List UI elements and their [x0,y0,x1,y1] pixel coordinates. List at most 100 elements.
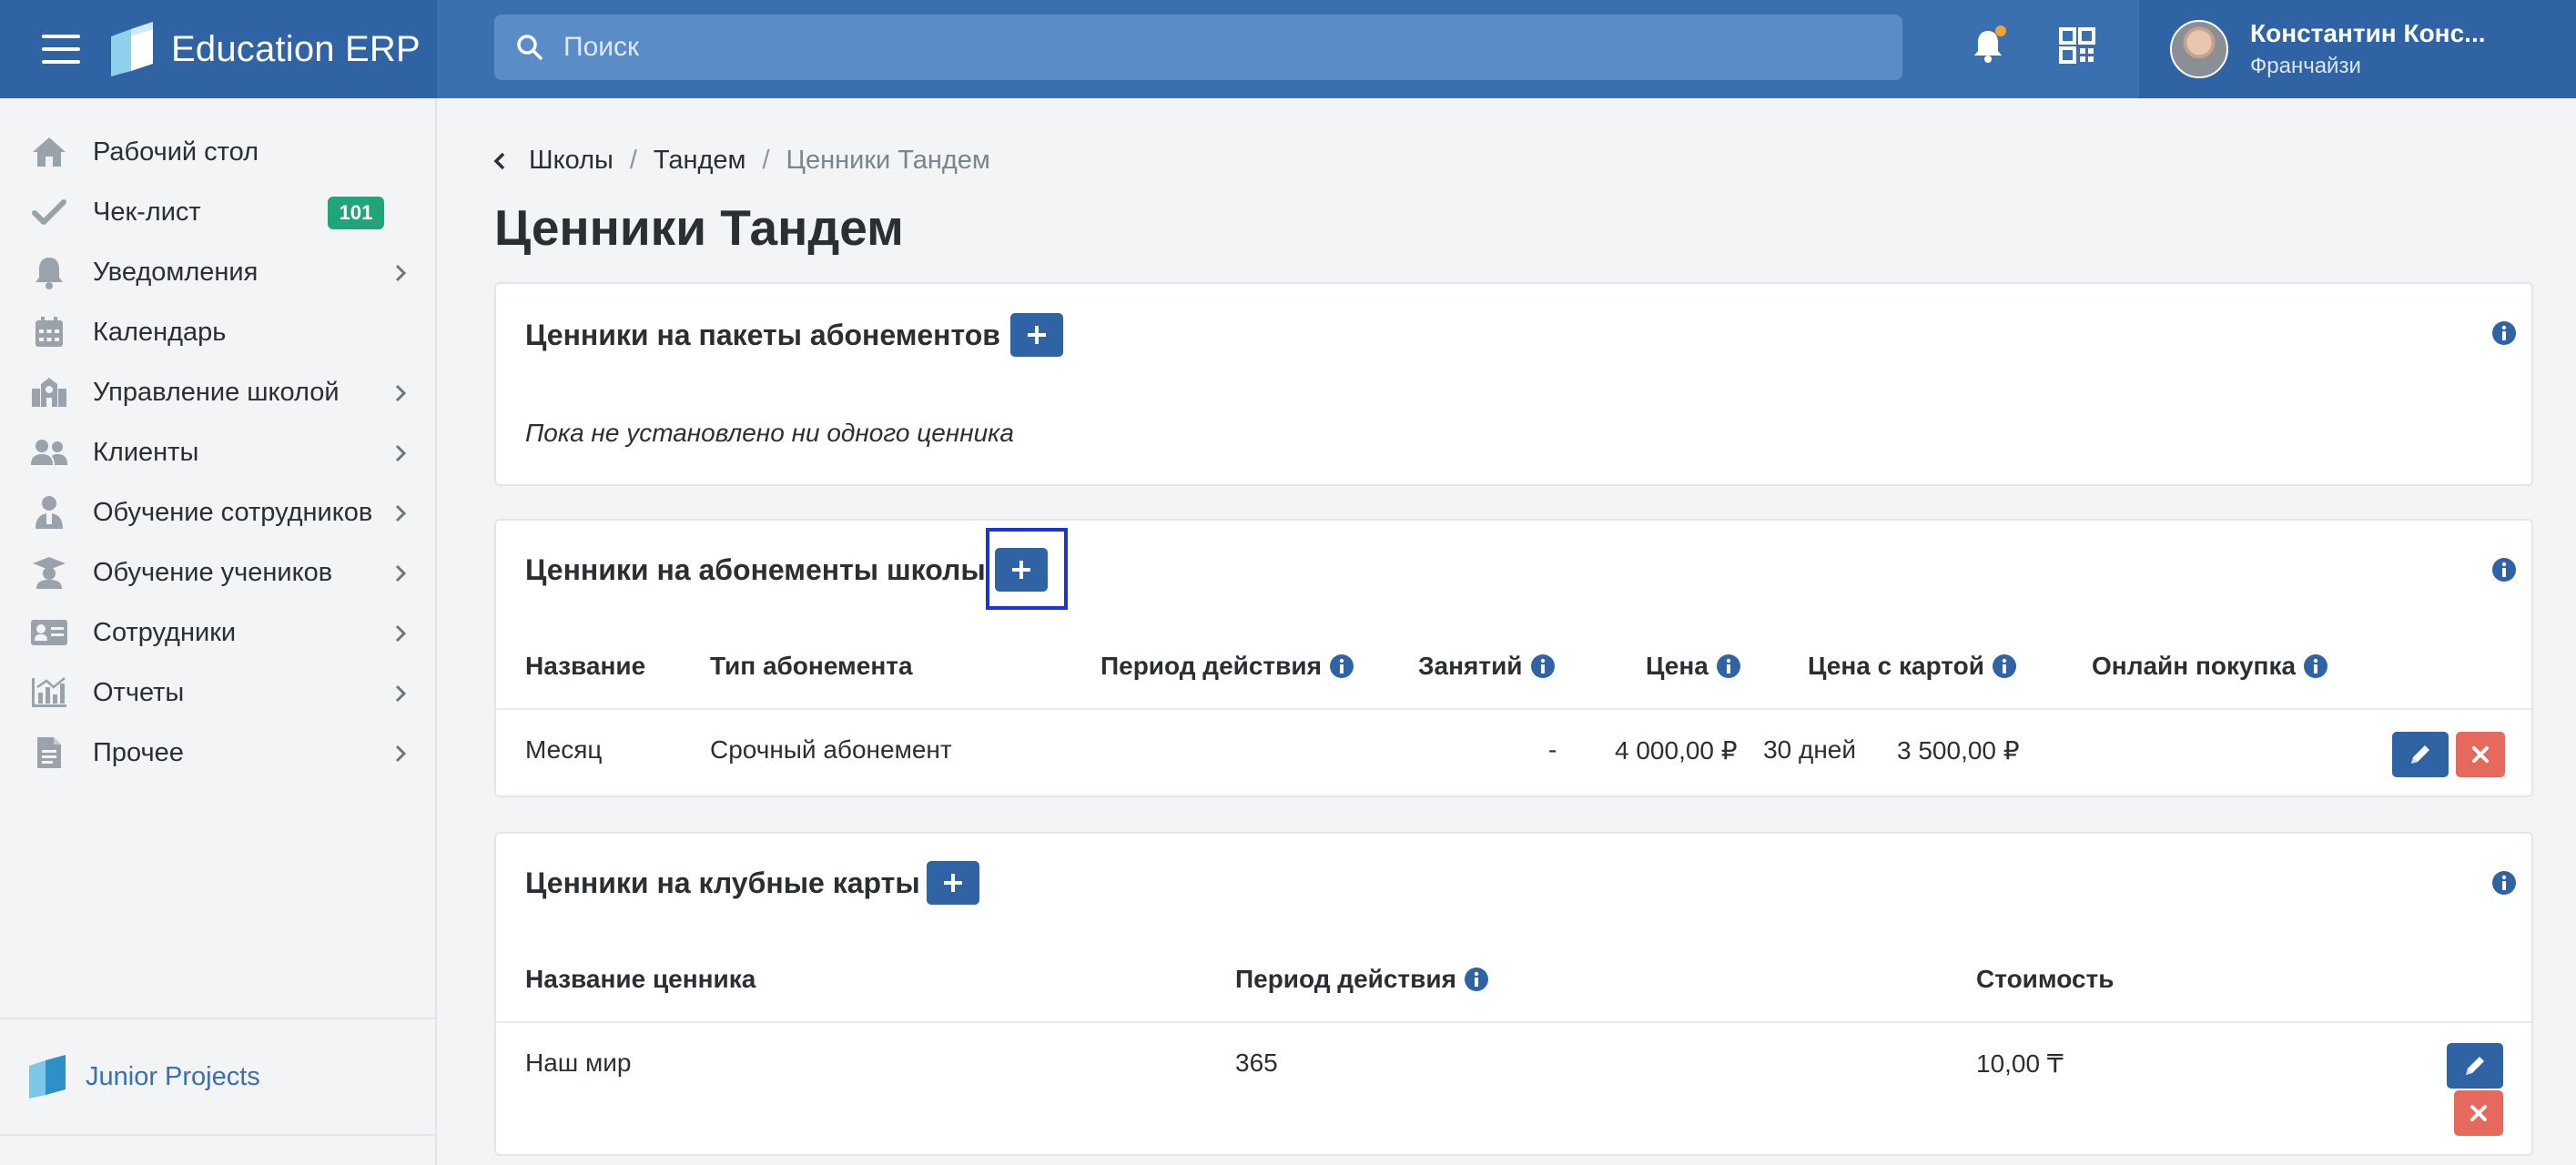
home-icon [29,134,69,170]
breadcrumb-current: Ценники Тандем [786,146,990,175]
notification-dot [1995,25,2006,36]
card-club-card-prices: Ценники на клубные карты Название ценник… [494,832,2533,1156]
breadcrumb: Школы / Тандем / Ценники Тандем [494,146,990,176]
empty-state-text: Пока не установлено ни одного ценника [525,419,1014,447]
column-header-name: Название [525,652,646,680]
user-role: Франчайзи [2250,54,2361,78]
sidebar-item-label: Уведомления [93,257,259,287]
junior-projects-logo-icon [29,1055,66,1099]
user-menu[interactable]: Константин Конс... Франчайзи [2139,0,2576,98]
add-club-card-price-button[interactable] [927,861,979,905]
info-icon[interactable] [2491,870,2517,896]
card-title: Ценники на пакеты абонементов [525,319,1000,351]
school-icon [29,374,69,410]
sidebar-item-label: Чек-лист [93,197,201,227]
id-card-icon [29,614,69,651]
column-header-period: Период действия [1100,652,1354,681]
column-header-period: Период действия [1235,965,1489,994]
chevron-right-icon [395,444,406,462]
column-header-online-purchase: Онлайн покупка [2092,652,2328,681]
cell-card-price: 3 500,00 ₽ [1897,736,2020,765]
check-icon [29,194,69,230]
sidebar-footer-link[interactable]: Junior Projects [0,1018,435,1136]
info-icon[interactable] [1530,653,1556,679]
sidebar-item-label: Управление школой [93,377,340,407]
chevron-right-icon [395,384,406,402]
logo-icon [111,22,153,76]
search-bar[interactable] [494,15,1902,80]
add-package-price-button[interactable] [1010,313,1063,357]
chevron-right-icon [395,624,406,643]
avatar [2170,20,2228,78]
sidebar-item-label: Обучение учеников [93,557,333,587]
cell-name: Месяц [525,735,603,764]
breadcrumb-separator: / [629,146,637,175]
sidebar-item-notifications[interactable]: Уведомления [0,242,435,302]
column-header-cost: Стоимость [1976,965,2115,993]
sidebar-item-label: Рабочий стол [93,137,259,167]
search-input[interactable] [563,32,1838,63]
close-icon [2472,746,2489,763]
sidebar-item-label: Календарь [93,317,227,347]
table-divider [496,708,2531,710]
user-name: Константин Конс... [2250,19,2486,47]
cell-price: 4 000,00 ₽ [1615,736,1738,765]
chevron-right-icon [395,564,406,582]
info-icon[interactable] [1716,653,1741,679]
info-icon[interactable] [2303,653,2328,679]
bell-icon [29,254,69,290]
close-icon [2470,1105,2487,1121]
cell-cost: 10,00 ₸ [1976,1049,2064,1078]
document-icon [29,734,69,771]
card-package-prices: Ценники на пакеты абонементов Пока не ус… [494,282,2533,486]
graduation-cap-icon [29,554,69,591]
chevron-right-icon [395,745,406,763]
notifications-bell-icon[interactable] [1972,25,2006,68]
info-icon[interactable] [2491,557,2517,582]
cell-period: 365 [1235,1048,1278,1077]
info-icon[interactable] [2491,320,2517,346]
plus-icon [1012,561,1030,579]
sidebar-item-checklist[interactable]: Чек-лист 101 [0,182,435,242]
breadcrumb-link-tandem[interactable]: Тандем [654,146,746,176]
delete-button[interactable] [2456,732,2505,777]
sidebar-footer-label: Junior Projects [86,1061,260,1091]
staff-training-icon [29,494,69,531]
edit-button[interactable] [2447,1043,2503,1089]
column-header-card-price: Цена с картой [1808,652,2017,681]
sidebar-item-label: Сотрудники [93,617,237,647]
qr-code-icon[interactable] [2059,27,2095,68]
sidebar-item-label: Клиенты [93,437,199,467]
cell-period: 30 дней [1763,735,1856,764]
sidebar-item-student-training[interactable]: Обучение учеников [0,542,435,603]
sidebar-nav: Рабочий стол Чек-лист 101 Уведомления Ка… [0,98,435,783]
search-icon [517,35,543,60]
info-icon[interactable] [1464,967,1489,992]
edit-button[interactable] [2392,732,2449,777]
sidebar-item-other[interactable]: Прочее [0,723,435,783]
card-title: Ценники на клубные карты [525,866,920,899]
card-school-subscription-prices: Ценники на абонементы школы Название Тип… [494,519,2533,797]
sidebar-item-label: Отчеты [93,677,185,707]
menu-toggle-icon[interactable] [42,35,80,64]
cell-type: Срочный абонемент [710,735,952,764]
delete-button[interactable] [2454,1090,2503,1136]
breadcrumb-link-schools[interactable]: Школы [529,146,614,176]
sidebar-item-label: Обучение сотрудников [93,497,373,527]
sidebar-item-calendar[interactable]: Календарь [0,302,435,362]
sidebar-item-staff-training[interactable]: Обучение сотрудников [0,482,435,542]
info-icon[interactable] [1992,653,2017,679]
info-icon[interactable] [1329,653,1354,679]
add-subscription-price-button[interactable] [995,548,1048,592]
sidebar-item-clients[interactable]: Клиенты [0,422,435,482]
sidebar-item-employees[interactable]: Сотрудники [0,603,435,663]
sidebar-item-school-management[interactable]: Управление школой [0,362,435,422]
chevron-left-icon[interactable] [494,152,505,170]
sidebar-item-reports[interactable]: Отчеты [0,663,435,723]
sidebar-item-dashboard[interactable]: Рабочий стол [0,122,435,182]
top-bar: Education ERP Константин Конс... Ф [0,0,2576,98]
users-icon [29,434,69,471]
app-name: Education ERP [171,28,421,69]
table-divider [496,1021,2531,1023]
sidebar-item-label: Прочее [93,737,184,767]
